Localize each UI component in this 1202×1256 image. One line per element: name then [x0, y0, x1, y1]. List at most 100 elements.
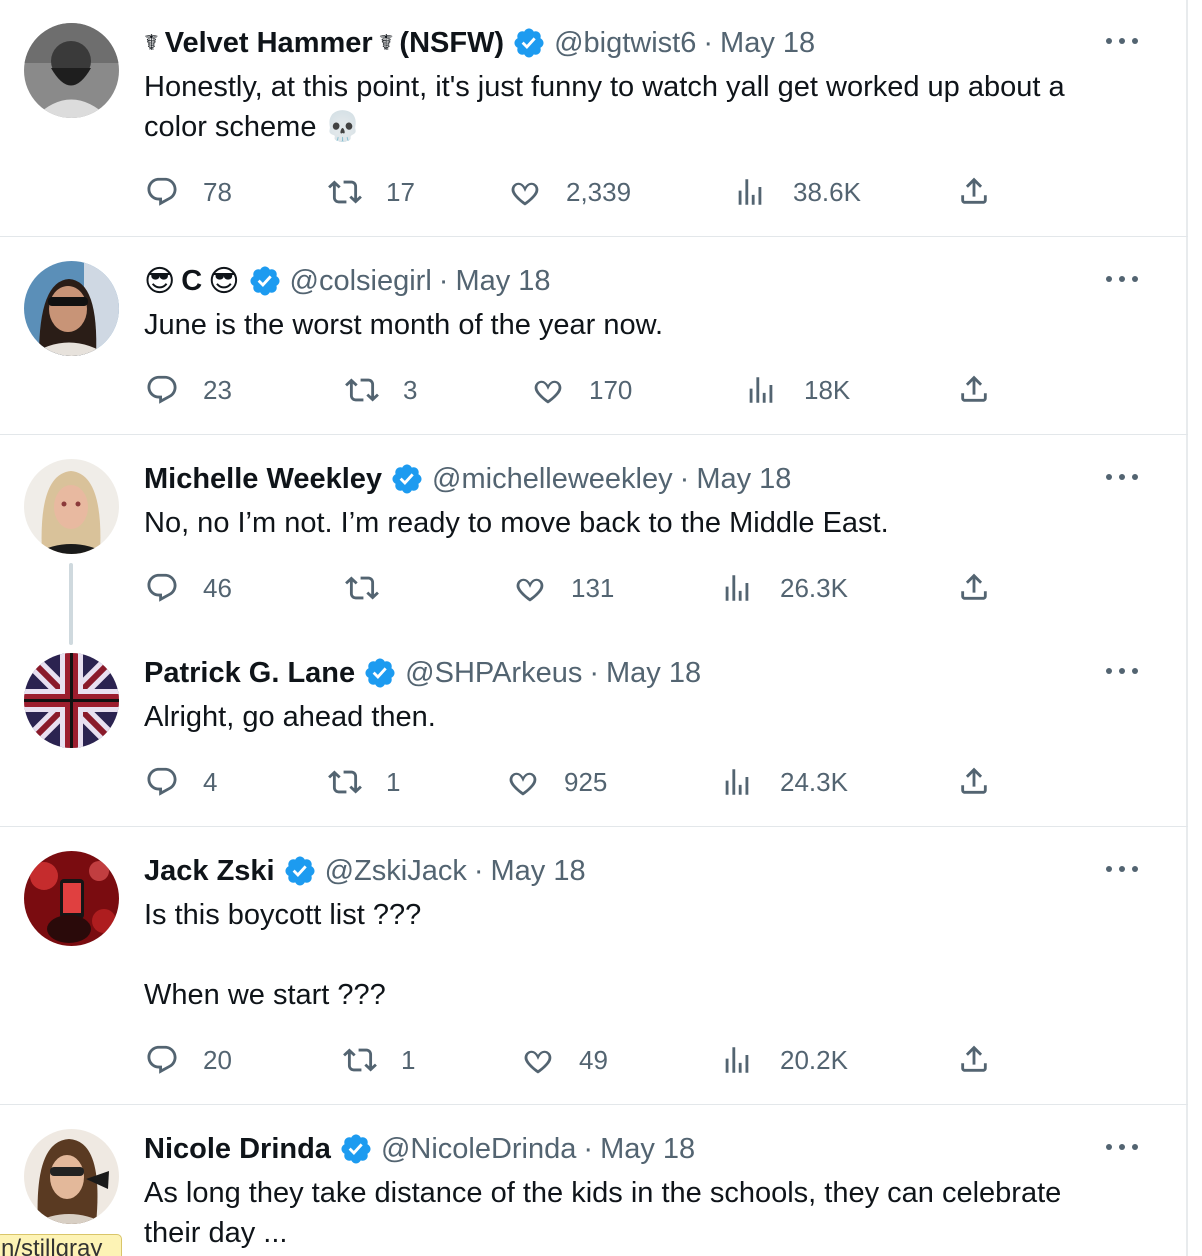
tweet[interactable]: ☤ Velvet Hammer ☤ (NSFW) @bigtwist6 · Ma… [0, 0, 1188, 237]
separator: · [703, 26, 714, 59]
action-bar: 4 1 925 24.3K [0, 762, 1188, 802]
like-icon [521, 1043, 555, 1077]
tweet[interactable]: Michelle Weekley @michelleweekley · May … [0, 435, 1188, 645]
avatar[interactable] [24, 851, 119, 946]
handle[interactable]: @bigtwist6 [554, 27, 696, 60]
avatar[interactable] [24, 261, 119, 356]
handle[interactable]: @colsiegirl [290, 265, 432, 298]
views-icon [733, 175, 767, 209]
views-button[interactable]: 18K [744, 370, 850, 410]
like-count: 2,339 [566, 176, 632, 207]
retweet-button[interactable]: 1 [328, 762, 400, 802]
reply-count: 78 [203, 176, 232, 207]
handle[interactable]: @michelleweekley [432, 463, 673, 496]
tweet-text: As long they take distance of the kids i… [144, 1173, 1154, 1253]
action-bar: 23 3 170 18K [0, 370, 1188, 410]
reply-button[interactable]: 46 [145, 568, 232, 608]
like-icon [508, 175, 542, 209]
handle[interactable]: @ZskiJack [325, 855, 467, 888]
retweet-icon [345, 373, 379, 407]
views-icon [720, 571, 754, 605]
share-icon[interactable] [957, 174, 991, 208]
views-icon [720, 1043, 754, 1077]
like-button[interactable]: 170 [531, 370, 632, 410]
verified-badge-icon [339, 1132, 373, 1166]
avatar[interactable] [24, 459, 119, 554]
views-button[interactable]: 24.3K [720, 762, 848, 802]
retweet-icon [345, 571, 379, 605]
retweet-icon [328, 175, 362, 209]
reply-button[interactable]: 78 [145, 172, 232, 212]
reply-button[interactable]: 20 [145, 1040, 232, 1080]
display-name[interactable]: Patrick G. Lane [144, 657, 355, 690]
timestamp[interactable]: May 18 [600, 1133, 695, 1166]
share-icon[interactable] [957, 1042, 991, 1076]
display-name-suffix[interactable]: (NSFW) [399, 27, 504, 60]
more-options-icon[interactable] [1106, 655, 1138, 687]
handle[interactable]: @SHPArkeus [405, 657, 582, 690]
views-button[interactable]: 38.6K [733, 172, 861, 212]
more-options-icon[interactable] [1106, 263, 1138, 295]
more-options-icon[interactable] [1106, 1131, 1138, 1163]
tweet-text: No, no I’m not. I’m ready to move back t… [144, 503, 1154, 543]
tweet-text-line [144, 935, 1154, 975]
more-options-icon[interactable] [1106, 853, 1138, 885]
like-icon [531, 373, 565, 407]
timestamp[interactable]: May 18 [720, 27, 815, 60]
display-name[interactable]: C [181, 265, 202, 298]
retweet-button[interactable]: 17 [328, 172, 415, 212]
display-name[interactable]: Jack Zski [144, 855, 275, 888]
tweet[interactable]: Nicole Drinda @NicoleDrinda · May 18 As … [0, 1105, 1188, 1256]
share-icon[interactable] [957, 764, 991, 798]
timestamp[interactable]: May 18 [491, 855, 586, 888]
like-count: 925 [564, 766, 608, 797]
reply-icon [145, 1043, 179, 1077]
avatar[interactable] [24, 653, 119, 748]
action-bar: 78 17 2,339 38.6K [0, 172, 1188, 212]
tweet-text: Honestly, at this point, it's just funny… [144, 67, 1154, 147]
tweet-text-line: June is the worst month of the year now. [144, 309, 664, 341]
verified-badge-icon [248, 264, 282, 298]
retweet-icon [328, 765, 362, 799]
tweet-text-line: No, no I’m not. I’m ready to move back t… [144, 507, 889, 539]
views-button[interactable]: 26.3K [720, 568, 848, 608]
display-name[interactable]: Nicole Drinda [144, 1133, 331, 1166]
tweet[interactable]: 😎 C 😎 @colsiegirl · May 18 June is the w… [0, 237, 1188, 435]
like-icon [506, 765, 540, 799]
retweet-button[interactable]: 1 [343, 1040, 415, 1080]
tweet-text-line: When we start ??? [144, 979, 386, 1011]
retweet-button[interactable] [345, 568, 403, 608]
timestamp[interactable]: May 18 [455, 265, 550, 298]
tweet-text: June is the worst month of the year now. [144, 305, 1154, 345]
reply-button[interactable]: 4 [145, 762, 217, 802]
more-options-icon[interactable] [1106, 25, 1138, 57]
reply-icon [145, 373, 179, 407]
like-count: 170 [589, 374, 633, 405]
views-button[interactable]: 20.2K [720, 1040, 848, 1080]
separator: · [679, 462, 690, 495]
timestamp[interactable]: May 18 [606, 657, 701, 690]
display-name[interactable]: Michelle Weekley [144, 463, 382, 496]
avatar[interactable] [24, 23, 119, 118]
separator: · [473, 854, 484, 887]
reply-icon [145, 175, 179, 209]
like-button[interactable]: 925 [506, 762, 607, 802]
like-button[interactable]: 131 [513, 568, 614, 608]
like-button[interactable]: 2,339 [508, 172, 631, 212]
handle[interactable]: @NicoleDrinda [381, 1133, 576, 1166]
reply-button[interactable]: 23 [145, 370, 232, 410]
retweet-button[interactable]: 3 [345, 370, 417, 410]
share-icon[interactable] [957, 372, 991, 406]
tweet-text-line: color scheme 💀 [144, 111, 361, 143]
like-button[interactable]: 49 [521, 1040, 608, 1080]
tweet[interactable]: Patrick G. Lane @SHPArkeus · May 18 Alri… [0, 633, 1188, 827]
more-options-icon[interactable] [1106, 461, 1138, 493]
display-name[interactable]: Velvet Hammer [165, 27, 373, 60]
avatar[interactable] [24, 1129, 119, 1224]
tweet-text: Alright, go ahead then. [144, 697, 1154, 737]
timestamp[interactable]: May 18 [696, 463, 791, 496]
retweet-count: 3 [403, 374, 418, 405]
tweet[interactable]: Jack Zski @ZskiJack · May 18 Is this boy… [0, 827, 1188, 1105]
views-icon [744, 373, 778, 407]
share-icon[interactable] [957, 570, 991, 604]
